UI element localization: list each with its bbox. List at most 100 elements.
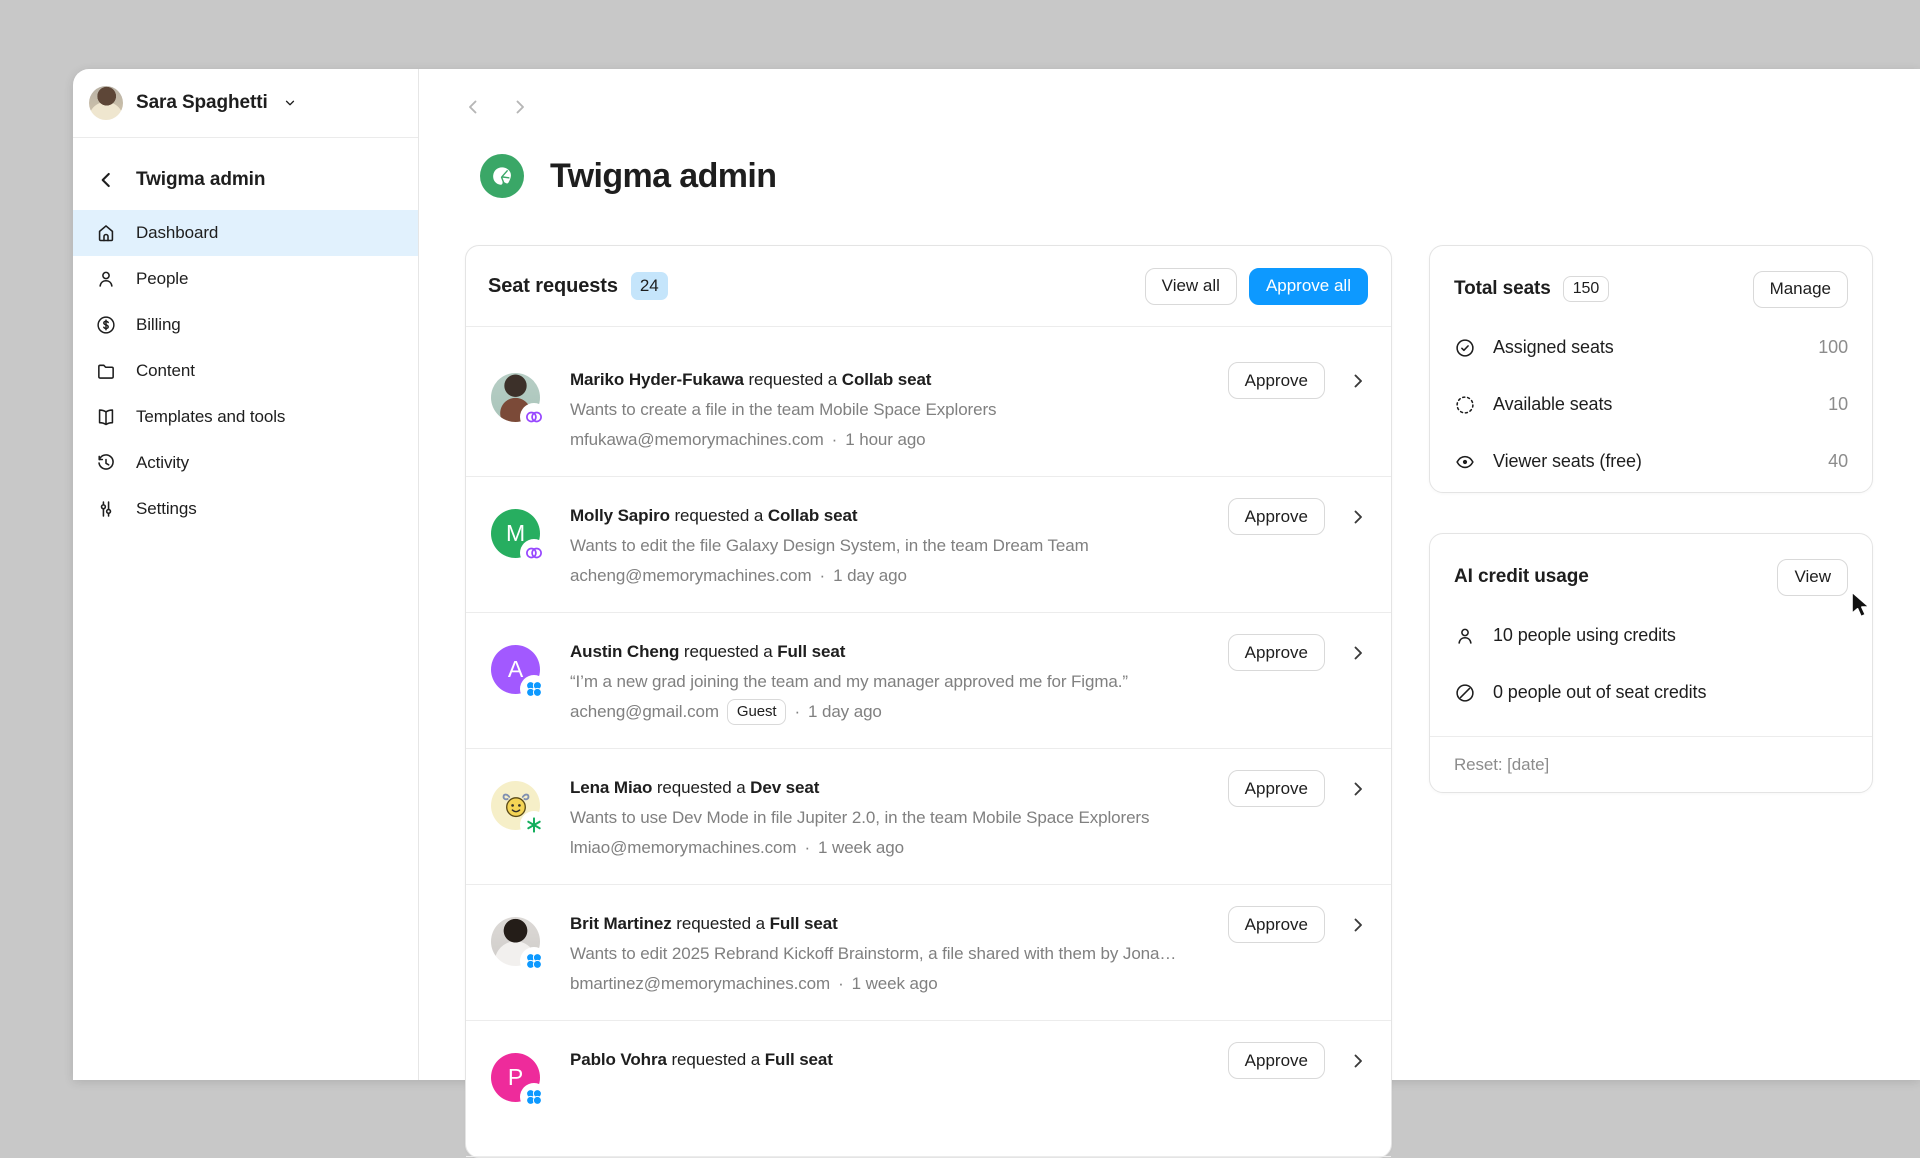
ai-credit-usage-card: AI credit usage View 10 people using cre… — [1429, 533, 1873, 793]
app-window: Sara Spaghetti Twigma admin Dashboard Pe… — [73, 69, 1920, 1080]
sidebar-item-settings[interactable]: Settings — [73, 486, 418, 532]
request-email: acheng@memorymachines.com — [570, 566, 812, 586]
request-email: mfukawa@memorymachines.com — [570, 430, 824, 450]
request-meta: acheng@memorymachines.com · 1 day ago — [570, 561, 1089, 591]
request-time: 1 week ago — [852, 974, 938, 994]
sidebar-nav: Dashboard People Billing Content Templat… — [73, 210, 418, 532]
approve-button[interactable]: Approve — [1228, 498, 1325, 535]
person-icon — [95, 268, 117, 290]
dashed-circle-icon — [1454, 394, 1476, 416]
person-icon — [1454, 625, 1476, 647]
avatar — [491, 781, 540, 830]
seat-request-row: Brit Martinez requested a Full seat Want… — [466, 885, 1391, 1021]
approve-button[interactable]: Approve — [1228, 634, 1325, 671]
seat-request-row: Mariko Hyder-Fukawa requested a Collab s… — [466, 341, 1391, 477]
approve-all-button[interactable]: Approve all — [1249, 268, 1368, 305]
blocked-icon — [1454, 682, 1476, 704]
seat-request-row: M Molly Sapiro requested a Collab seat W… — [466, 477, 1391, 613]
page-title: Twigma admin — [550, 157, 776, 196]
avatar — [491, 917, 540, 966]
chevron-right-icon[interactable] — [1348, 371, 1368, 391]
chevron-left-icon — [95, 169, 117, 191]
stat-row: 10 people using credits — [1454, 607, 1848, 664]
seat-type-badge-icon — [522, 949, 546, 973]
workspace-label: Twigma admin — [136, 169, 265, 191]
sidebar-item-activity[interactable]: Activity — [73, 440, 418, 486]
seat-request-list: Mariko Hyder-Fukawa requested a Collab s… — [466, 326, 1391, 1157]
request-meta: bmartinez@memorymachines.com · 1 week ag… — [570, 969, 1176, 999]
total-seats-count-badge: 150 — [1563, 276, 1609, 302]
request-meta: lmiao@memorymachines.com · 1 week ago — [570, 833, 1149, 863]
dollar-icon — [95, 314, 117, 336]
seat-type-badge-icon — [522, 677, 546, 701]
request-description: Wants to edit the file Galaxy Design Sys… — [570, 531, 1089, 561]
request-summary: Brit Martinez requested a Full seat — [570, 909, 1176, 939]
check-circle-icon — [1454, 337, 1476, 359]
chevron-down-icon — [283, 96, 297, 110]
request-time: 1 week ago — [818, 838, 904, 858]
seat-type-badge-icon — [522, 541, 546, 565]
account-menu[interactable]: Sara Spaghetti — [73, 69, 418, 138]
request-time: 1 day ago — [833, 566, 907, 586]
sliders-icon — [95, 498, 117, 520]
history-icon — [95, 452, 117, 474]
total-seats-title: Total seats — [1454, 278, 1551, 300]
request-email: lmiao@memorymachines.com — [570, 838, 796, 858]
seat-type-badge-icon — [522, 405, 546, 429]
avatar: A — [491, 645, 540, 694]
seat-request-row: P Pablo Vohra requested a Full seat Appr… — [466, 1021, 1391, 1157]
stat-row: 0 people out of seat credits — [1454, 664, 1848, 721]
ai-credit-title: AI credit usage — [1454, 566, 1589, 588]
chevron-right-icon[interactable] — [1348, 915, 1368, 935]
seat-requests-header: Seat requests 24 View all Approve all — [466, 246, 1391, 326]
home-icon — [95, 222, 117, 244]
page-header: Twigma admin — [480, 154, 776, 198]
request-email: acheng@gmail.com — [570, 702, 719, 722]
chevron-right-icon[interactable] — [1348, 507, 1368, 527]
view-button[interactable]: View — [1777, 559, 1848, 596]
book-icon — [95, 406, 117, 428]
total-seats-card: Total seats 150 Manage Assigned seats 10… — [1429, 245, 1873, 493]
forward-arrow-button[interactable] — [510, 97, 530, 117]
request-description: Wants to create a file in the team Mobil… — [570, 395, 996, 425]
chevron-right-icon[interactable] — [1348, 1051, 1368, 1071]
chevron-right-icon[interactable] — [1348, 779, 1368, 799]
approve-button[interactable]: Approve — [1228, 906, 1325, 943]
sidebar-item-billing[interactable]: Billing — [73, 302, 418, 348]
sidebar-workspace-back[interactable]: Twigma admin — [73, 158, 418, 202]
folder-icon — [95, 360, 117, 382]
request-meta: acheng@gmail.com Guest · 1 day ago — [570, 697, 1128, 727]
reset-date-text: Reset: [date] — [1454, 737, 1848, 793]
sidebar-item-people[interactable]: People — [73, 256, 418, 302]
stat-row: Assigned seats 100 — [1454, 319, 1848, 376]
chevron-right-icon[interactable] — [1348, 643, 1368, 663]
sidebar-item-templates-and-tools[interactable]: Templates and tools — [73, 394, 418, 440]
sidebar-item-dashboard[interactable]: Dashboard — [73, 210, 418, 256]
account-name: Sara Spaghetti — [136, 92, 268, 114]
manage-button[interactable]: Manage — [1753, 271, 1848, 308]
sidebar: Sara Spaghetti Twigma admin Dashboard Pe… — [73, 69, 419, 1080]
seat-requests-count-badge: 24 — [631, 272, 668, 300]
request-meta — [570, 1105, 833, 1135]
request-description: Wants to use Dev Mode in file Jupiter 2.… — [570, 803, 1149, 833]
view-all-button[interactable]: View all — [1145, 268, 1237, 305]
eye-icon — [1454, 451, 1476, 473]
request-summary: Austin Cheng requested a Full seat — [570, 637, 1128, 667]
avatar — [491, 373, 540, 422]
org-logo-leaf-icon — [480, 154, 524, 198]
sidebar-item-content[interactable]: Content — [73, 348, 418, 394]
seat-requests-title: Seat requests — [488, 275, 618, 298]
total-seats-rows: Assigned seats 100 Available seats 10 Vi… — [1454, 319, 1848, 490]
request-summary: Lena Miao requested a Dev seat — [570, 773, 1149, 803]
request-time: 1 day ago — [808, 702, 882, 722]
seat-requests-card: Seat requests 24 View all Approve all Ma… — [465, 245, 1392, 1158]
request-description: “I’m a new grad joining the team and my … — [570, 667, 1128, 697]
approve-button[interactable]: Approve — [1228, 362, 1325, 399]
request-summary: Molly Sapiro requested a Collab seat — [570, 501, 1089, 531]
approve-button[interactable]: Approve — [1228, 1042, 1325, 1079]
stat-row: Available seats 10 — [1454, 376, 1848, 433]
main-content: Twigma admin Seat requests 24 View all A… — [419, 69, 1920, 1080]
history-nav — [463, 97, 530, 117]
back-arrow-button[interactable] — [463, 97, 483, 117]
approve-button[interactable]: Approve — [1228, 770, 1325, 807]
